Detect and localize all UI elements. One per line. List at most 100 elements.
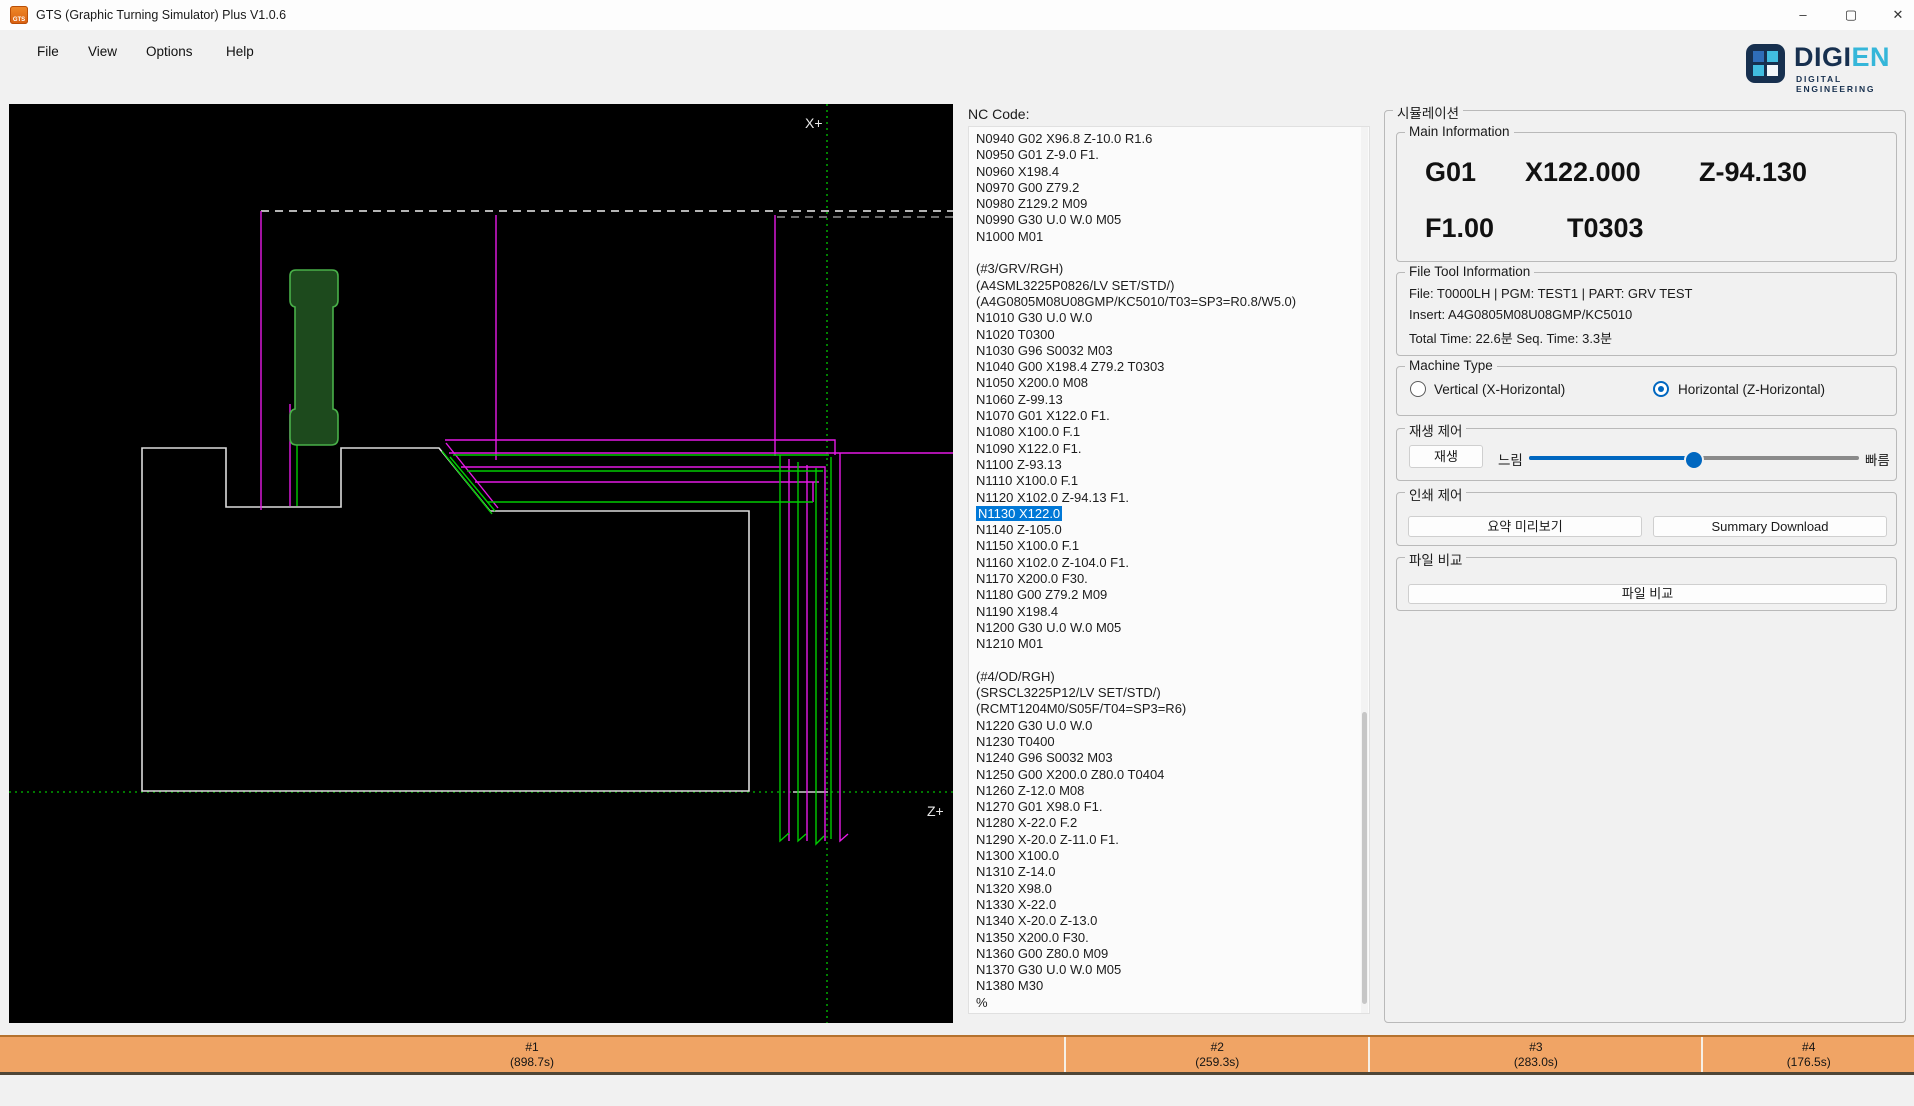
current-tool: T0303 xyxy=(1567,213,1644,244)
nc-code-line[interactable]: N1150 X100.0 F.1 xyxy=(976,538,1357,554)
nc-scrollbar-thumb[interactable] xyxy=(1362,712,1367,1004)
speed-slider[interactable] xyxy=(1529,456,1859,460)
minimize-button[interactable]: – xyxy=(1780,0,1826,30)
nc-code-line[interactable]: N1160 X102.0 Z-104.0 F1. xyxy=(976,555,1357,571)
nc-code-line[interactable]: N1100 Z-93.13 xyxy=(976,457,1357,473)
nc-code-line[interactable] xyxy=(976,653,1357,669)
machine-type-title: Machine Type xyxy=(1405,358,1497,373)
operation-segment[interactable]: #4(176.5s) xyxy=(1703,1037,1914,1072)
close-button[interactable]: ✕ xyxy=(1875,0,1914,30)
summary-download-button[interactable]: Summary Download xyxy=(1653,516,1887,537)
main-information-title: Main Information xyxy=(1405,124,1514,139)
radio-vertical-label[interactable]: Vertical (X-Horizontal) xyxy=(1434,382,1565,397)
nc-code-line[interactable]: (RCMT1204M0/S05F/T04=SP3=R6) xyxy=(976,701,1357,717)
nc-code-line[interactable]: N1360 G00 Z80.0 M09 xyxy=(976,946,1357,962)
nc-code-line[interactable]: N1240 G96 S0032 M03 xyxy=(976,750,1357,766)
nc-code-line[interactable]: (A4SML3225P0826/LV SET/STD/) xyxy=(976,278,1357,294)
file-compare-groupbox: 파일 비교 파일 비교 xyxy=(1396,557,1897,611)
nc-code-line[interactable]: N1270 G01 X98.0 F1. xyxy=(976,799,1357,815)
operation-segment[interactable]: #1(898.7s) xyxy=(0,1037,1066,1072)
file-compare-title: 파일 비교 xyxy=(1405,549,1466,569)
nc-code-line[interactable]: N1190 X198.4 xyxy=(976,604,1357,620)
nc-code-line[interactable]: N1080 X100.0 F.1 xyxy=(976,424,1357,440)
nc-code-line[interactable]: N1140 Z-105.0 xyxy=(976,522,1357,538)
menu-file[interactable]: File xyxy=(37,40,59,64)
nc-code-line[interactable]: N0970 G00 Z79.2 xyxy=(976,180,1357,196)
simulation-canvas[interactable]: X+ Z+ xyxy=(9,104,953,1023)
operation-segment[interactable]: #2(259.3s) xyxy=(1066,1037,1370,1072)
nc-code-line[interactable]: N1070 G01 X122.0 F1. xyxy=(976,408,1357,424)
nc-code-line[interactable]: N1290 X-20.0 Z-11.0 F1. xyxy=(976,832,1357,848)
z-axis-label: Z+ xyxy=(927,803,944,819)
nc-code-line[interactable]: N1350 X200.0 F30. xyxy=(976,930,1357,946)
nc-code-line[interactable]: N1260 Z-12.0 M08 xyxy=(976,783,1357,799)
nc-code-line[interactable]: N1340 X-20.0 Z-13.0 xyxy=(976,913,1357,929)
menu-view[interactable]: View xyxy=(88,40,117,64)
nc-code-line[interactable]: N1180 G00 Z79.2 M09 xyxy=(976,587,1357,603)
speed-slider-handle[interactable] xyxy=(1684,450,1704,470)
simulation-panel: 시뮬레이션 Main Information G01 X122.000 Z-94… xyxy=(1384,110,1906,1023)
nc-code-line[interactable]: % xyxy=(976,995,1357,1011)
current-x: X122.000 xyxy=(1525,157,1641,188)
nc-code-line[interactable]: N1120 X102.0 Z-94.13 F1. xyxy=(976,490,1357,506)
digien-logo: DIGIEN DIGITAL ENGINEERING xyxy=(1744,40,1910,90)
nc-code-line[interactable]: N1050 X200.0 M08 xyxy=(976,375,1357,391)
nc-code-line[interactable]: N1370 G30 U.0 W.0 M05 xyxy=(976,962,1357,978)
nc-code-line[interactable]: (#3/GRV/RGH) xyxy=(976,261,1357,277)
nc-code-line[interactable]: N0950 G01 Z-9.0 F1. xyxy=(976,147,1357,163)
nc-code-line[interactable]: N1030 G96 S0032 M03 xyxy=(976,343,1357,359)
current-gcode: G01 xyxy=(1425,157,1476,188)
nc-code-line[interactable]: (SRSCL3225P12/LV SET/STD/) xyxy=(976,685,1357,701)
nc-code-line[interactable]: N1250 G00 X200.0 Z80.0 T0404 xyxy=(976,767,1357,783)
nc-code-box[interactable]: N0940 G02 X96.8 Z-10.0 R1.6N0950 G01 Z-9… xyxy=(968,126,1370,1014)
nc-code-line[interactable]: N0960 X198.4 xyxy=(976,164,1357,180)
nc-code-line[interactable]: N1330 X-22.0 xyxy=(976,897,1357,913)
operation-segment-time: (176.5s) xyxy=(1703,1055,1914,1069)
radio-horizontal[interactable] xyxy=(1653,381,1669,397)
nc-code-line[interactable]: N0980 Z129.2 M09 xyxy=(976,196,1357,212)
nc-code-line[interactable]: N1320 X98.0 xyxy=(976,881,1357,897)
nc-code-line[interactable]: N1040 G00 X198.4 Z79.2 T0303 xyxy=(976,359,1357,375)
operation-segment[interactable]: #3(283.0s) xyxy=(1370,1037,1703,1072)
file-compare-button[interactable]: 파일 비교 xyxy=(1408,584,1887,604)
nc-scrollbar[interactable] xyxy=(1361,127,1368,1013)
nc-code-line[interactable]: N1310 Z-14.0 xyxy=(976,864,1357,880)
nc-code-label: NC Code: xyxy=(968,106,1029,122)
radio-horizontal-label[interactable]: Horizontal (Z-Horizontal) xyxy=(1678,382,1825,397)
play-button[interactable]: 재생 xyxy=(1409,445,1483,468)
maximize-button[interactable]: ▢ xyxy=(1828,0,1874,30)
nc-code-line[interactable]: N1170 X200.0 F30. xyxy=(976,571,1357,587)
nc-code-line[interactable]: N1300 X100.0 xyxy=(976,848,1357,864)
nc-code-line[interactable]: N1220 G30 U.0 W.0 xyxy=(976,718,1357,734)
nc-code-line[interactable]: N0940 G02 X96.8 Z-10.0 R1.6 xyxy=(976,131,1357,147)
title-bar: GTS GTS (Graphic Turning Simulator) Plus… xyxy=(0,0,1914,30)
nc-code-line[interactable]: N1090 X122.0 F1. xyxy=(976,441,1357,457)
nc-code-line[interactable]: N1380 M30 xyxy=(976,978,1357,994)
nc-code-line[interactable]: N1280 X-22.0 F.2 xyxy=(976,815,1357,831)
nc-code-line[interactable]: N1210 M01 xyxy=(976,636,1357,652)
nc-code-line[interactable] xyxy=(976,245,1357,261)
nc-code-selected-line[interactable]: N1130 X122.0 xyxy=(976,506,1062,521)
nc-code-line[interactable]: (#4/OD/RGH) xyxy=(976,669,1357,685)
nc-code-line[interactable]: N1230 T0400 xyxy=(976,734,1357,750)
simulation-title: 시뮬레이션 xyxy=(1393,102,1463,122)
menu-help[interactable]: Help xyxy=(226,40,254,64)
grooving-tool xyxy=(290,270,338,445)
radio-vertical[interactable] xyxy=(1410,381,1426,397)
x-axis-label: X+ xyxy=(805,115,823,131)
print-control-title: 인쇄 제어 xyxy=(1405,484,1466,504)
summary-preview-button[interactable]: 요약 미리보기 xyxy=(1408,516,1642,537)
nc-code-line[interactable]: N1020 T0300 xyxy=(976,327,1357,343)
nc-code-line[interactable]: N1010 G30 U.0 W.0 xyxy=(976,310,1357,326)
playback-control-title: 재생 제어 xyxy=(1405,420,1466,440)
nc-code-line[interactable]: (A4G0805M08U08GMP/KC5010/T03=SP3=R0.8/W5… xyxy=(976,294,1357,310)
menu-options[interactable]: Options xyxy=(146,40,193,64)
logo-text-en: EN xyxy=(1852,42,1891,72)
nc-code-line[interactable]: N1130 X122.0 xyxy=(976,506,1357,522)
nc-code-line[interactable]: N1060 Z-99.13 xyxy=(976,392,1357,408)
nc-code-line[interactable]: N0990 G30 U.0 W.0 M05 xyxy=(976,212,1357,228)
time-info-line: Total Time: 22.6분 Seq. Time: 3.3분 xyxy=(1409,328,1612,347)
nc-code-line[interactable]: N1110 X100.0 F.1 xyxy=(976,473,1357,489)
nc-code-line[interactable]: N1000 M01 xyxy=(976,229,1357,245)
nc-code-line[interactable]: N1200 G30 U.0 W.0 M05 xyxy=(976,620,1357,636)
